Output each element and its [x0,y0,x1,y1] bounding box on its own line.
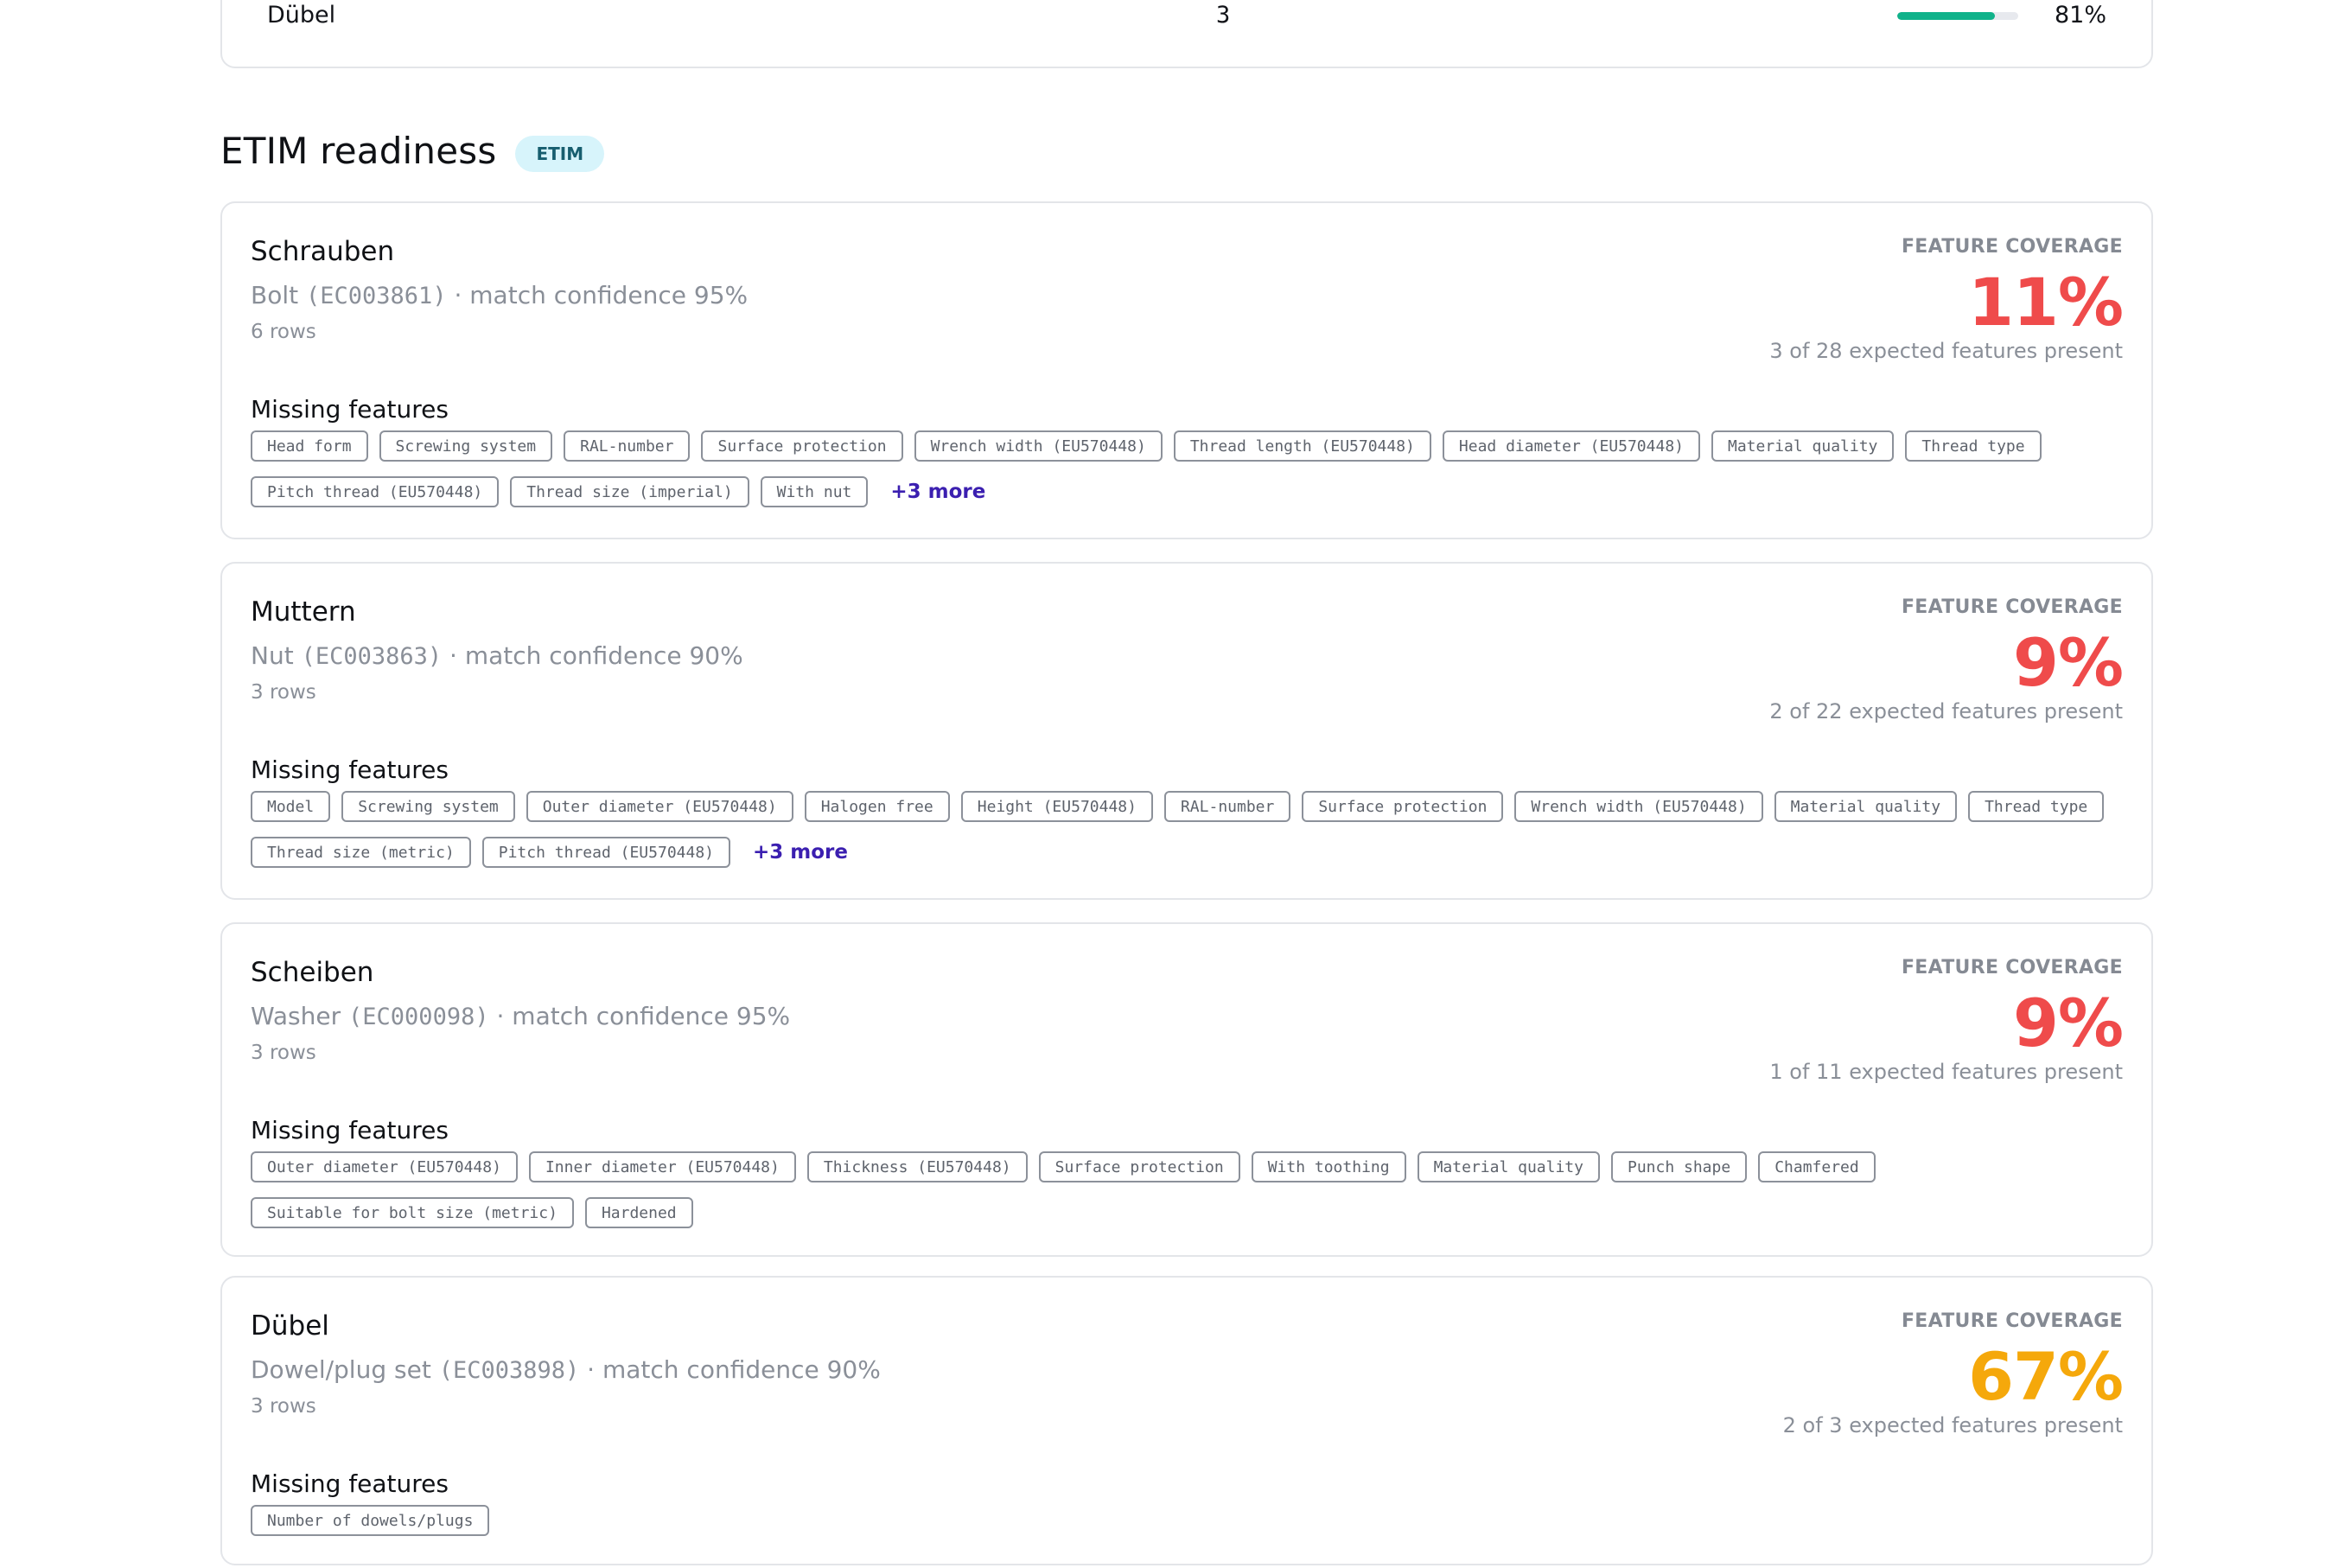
missing-features-title: Missing features [251,755,449,784]
feature-coverage-label: FEATURE COVERAGE [1901,957,2123,978]
match-confidence: · match confidence 90% [449,641,743,670]
row-count: 3 rows [251,1395,316,1418]
etim-card-muttern: Muttern Nut (EC003863) · match confidenc… [220,562,2153,900]
missing-feature-chip: Surface protection [701,430,903,462]
feature-coverage-label: FEATURE COVERAGE [1901,1310,2123,1332]
group-summary-row-card: Dübel 3 81% [220,0,2153,68]
etim-class-code: (EC003861) [306,283,447,309]
missing-feature-chip: Material quality [1417,1151,1600,1182]
missing-feature-chip: Height (EU570448) [960,791,1153,822]
missing-feature-chip: Pitch thread (EU570448) [481,837,730,868]
etim-badge: ETIM [515,135,605,172]
group-name: Schrauben [251,236,395,267]
feature-coverage-label: FEATURE COVERAGE [1901,236,2123,258]
missing-feature-chip: Wrench width (EU570448) [1514,791,1763,822]
missing-feature-chip: Head form [251,430,368,462]
etim-class-code: (EC000098) [348,1004,489,1030]
feature-coverage-value: 9% [2012,624,2124,701]
missing-feature-chip: Thread type [1968,791,2105,822]
missing-feature-chip: Material quality [1711,430,1895,462]
missing-features-list: Head form Screwing system RAL-number Surfac… [251,430,2126,507]
missing-features-list: Model Screwing system Outer diameter (EU57… [251,791,2126,868]
etim-class-name: Dowel/plug set [251,1355,431,1384]
etim-class-line: Nut (EC003863) · match confidence 90% [251,641,743,670]
etim-class-code: (EC003898) [438,1357,580,1384]
missing-feature-chip: Model [251,791,331,822]
missing-feature-chip: Thread size (imperial) [510,476,749,507]
missing-feature-chip: Number of dowels/plugs [251,1505,490,1536]
missing-feature-chip: Surface protection [1038,1151,1240,1182]
missing-feature-chip: Outer diameter (EU570448) [251,1151,518,1182]
group-name: Muttern [251,596,356,628]
missing-features-list: Number of dowels/plugs [251,1505,2126,1536]
missing-features-title: Missing features [251,1469,449,1498]
section-title: ETIM readiness [220,130,497,172]
completeness-progress-bar [1897,12,2018,20]
etim-section-header: ETIM readiness ETIM [220,130,605,172]
show-more-features-link[interactable]: +3 more [742,841,848,864]
missing-feature-chip: Screwing system [341,791,515,822]
etim-class-line: Bolt (EC003861) · match confidence 95% [251,281,748,309]
feature-coverage-label: FEATURE COVERAGE [1901,596,2123,618]
missing-feature-chip: Screwing system [379,430,553,462]
row-count: 6 rows [251,321,316,343]
missing-feature-chip: Thread size (metric) [251,837,471,868]
missing-feature-chip: Pitch thread (EU570448) [251,476,500,507]
missing-feature-chip: Wrench width (EU570448) [914,430,1163,462]
row-count: 3 rows [251,681,316,704]
feature-coverage-value: 9% [2012,985,2124,1061]
missing-feature-chip: Suitable for bolt size (metric) [251,1197,574,1228]
feature-coverage-detail: 2 of 3 expected features present [1782,1413,2123,1437]
etim-class-name: Washer [251,1002,341,1030]
missing-feature-chip: Thickness (EU570448) [806,1151,1028,1182]
feature-coverage-detail: 1 of 11 expected features present [1769,1060,2123,1084]
missing-feature-chip: Punch shape [1610,1151,1748,1182]
missing-feature-chip: Thread type [1905,430,2042,462]
row-count: 3 rows [251,1042,316,1064]
etim-card-schrauben: Schrauben Bolt (EC003861) · match confid… [220,201,2153,539]
missing-features-title: Missing features [251,395,449,424]
feature-coverage-value: 67% [1968,1338,2124,1415]
missing-feature-chip: Surface protection [1302,791,1504,822]
feature-coverage-detail: 2 of 22 expected features present [1769,699,2123,723]
feature-coverage-value: 11% [1968,264,2124,341]
missing-feature-chip: Halogen free [804,791,950,822]
feature-coverage-detail: 3 of 28 expected features present [1769,339,2123,363]
etim-class-code: (EC003863) [301,643,443,670]
etim-class-name: Bolt [251,281,299,309]
group-name: Dübel [267,2,336,29]
match-confidence: · match confidence 95% [496,1002,791,1030]
show-more-features-link[interactable]: +3 more [879,481,985,503]
row-count: 3 [1216,2,1231,29]
group-name: Dübel [251,1310,329,1342]
missing-feature-chip: Thread length (EU570448) [1173,430,1431,462]
etim-card-duebel: Dübel Dowel/plug set (EC003898) · match … [220,1276,2153,1565]
missing-feature-chip: Head diameter (EU570448) [1442,430,1700,462]
group-name: Scheiben [251,957,374,988]
missing-feature-chip: RAL-number [564,430,691,462]
match-confidence: · match confidence 90% [587,1355,881,1384]
missing-feature-chip: Chamfered [1758,1151,1876,1182]
missing-feature-chip: Outer diameter (EU570448) [526,791,793,822]
missing-feature-chip: With toothing [1251,1151,1406,1182]
missing-features-list: Outer diameter (EU570448) Inner diameter … [251,1151,2126,1228]
missing-feature-chip: Inner diameter (EU570448) [528,1151,796,1182]
etim-class-line: Washer (EC000098) · match confidence 95% [251,1002,790,1030]
completeness-progress-fill [1897,12,1996,20]
missing-features-title: Missing features [251,1116,449,1144]
missing-feature-chip: RAL-number [1163,791,1291,822]
etim-card-scheiben: Scheiben Washer (EC000098) · match confi… [220,922,2153,1257]
etim-class-name: Nut [251,641,294,670]
match-confidence: · match confidence 95% [454,281,749,309]
completeness-percent: 81% [2054,2,2106,29]
missing-feature-chip: With nut [760,476,869,507]
etim-class-line: Dowel/plug set (EC003898) · match confid… [251,1355,881,1384]
missing-feature-chip: Hardened [584,1197,693,1228]
missing-feature-chip: Material quality [1774,791,1958,822]
